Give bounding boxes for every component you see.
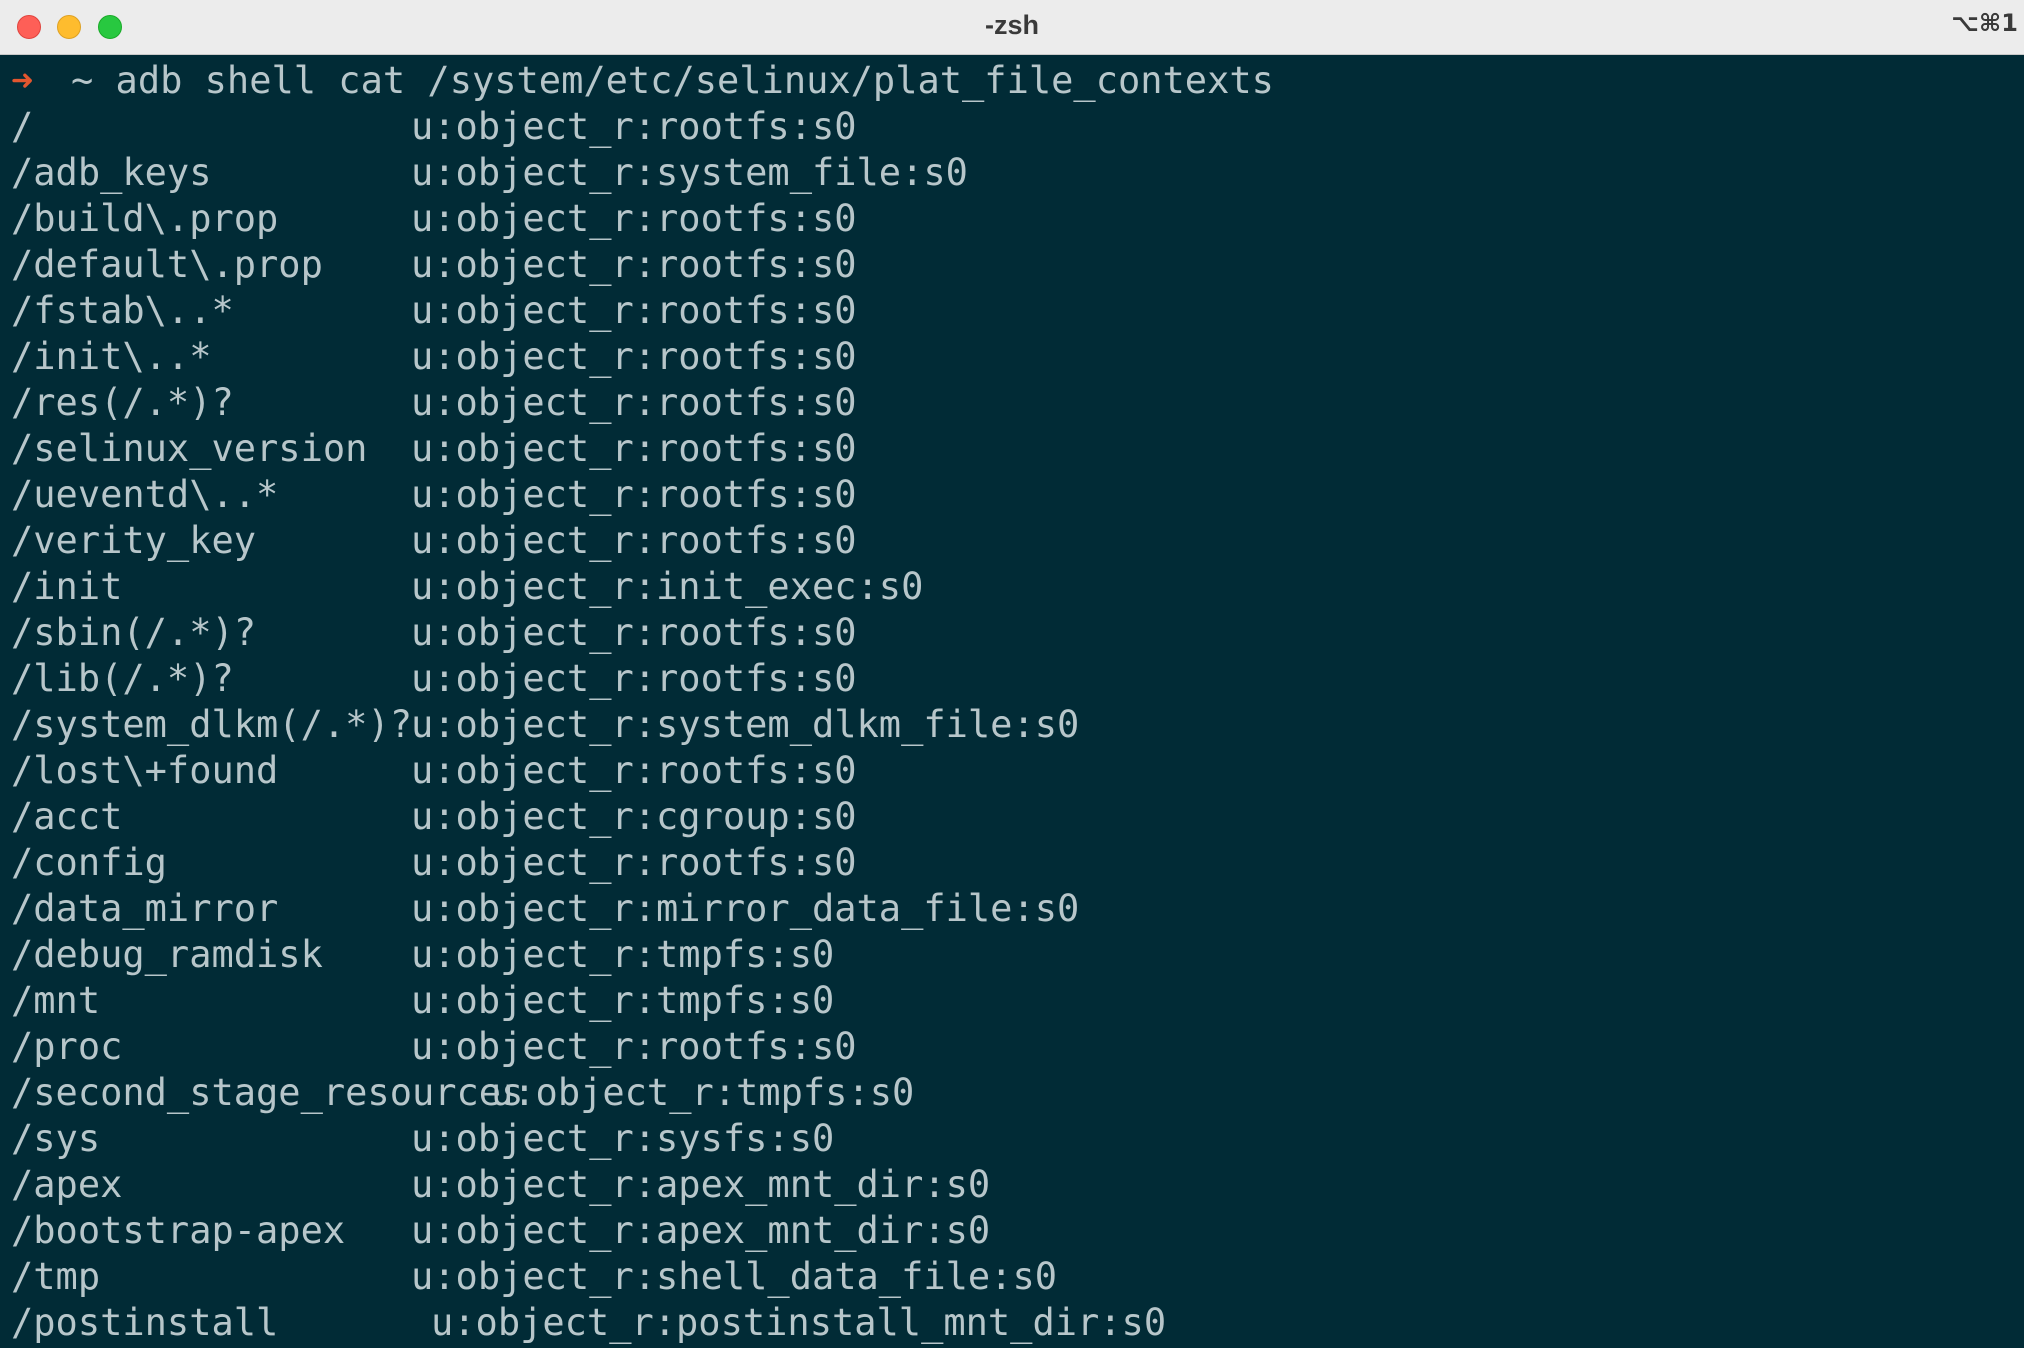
terminal-window: -zsh ⌥⌘1 ➜ ~ adb shell cat /system/etc/se… [0, 0, 2024, 1348]
file-path: /init\..* [11, 335, 212, 378]
file-path: /postinstall [11, 1301, 279, 1344]
selinux-context: u:object_r:rootfs:s0 [411, 611, 857, 654]
list-item: /verity_key u:object_r:rootfs:s0 [11, 518, 2011, 564]
list-item: / u:object_r:rootfs:s0 [11, 104, 2011, 150]
file-path: /res(/.*)? [11, 381, 234, 424]
file-path: /acct [11, 795, 123, 838]
list-item: /postinstall u:object_r:postinstall_mnt_d… [11, 1300, 2011, 1346]
list-item: /init u:object_r:init_exec:s0 [11, 564, 2011, 610]
selinux-context: u:object_r:rootfs:s0 [411, 841, 857, 884]
selinux-context: u:object_r:system_file:s0 [411, 151, 968, 194]
file-path: /ueventd\..* [11, 473, 279, 516]
file-path: /fstab\..* [11, 289, 234, 332]
file-path: /mnt [11, 979, 101, 1022]
list-item: /sbin(/.*)? u:object_r:rootfs:s0 [11, 610, 2011, 656]
window-title: -zsh [985, 10, 1039, 40]
list-item: /apex u:object_r:apex_mnt_dir:s0 [11, 1162, 2011, 1208]
selinux-context: u:object_r:apex_mnt_dir:s0 [411, 1163, 991, 1206]
file-path: /sys [11, 1117, 101, 1160]
file-path: /verity_key [11, 519, 257, 562]
list-item: /res(/.*)? u:object_r:rootfs:s0 [11, 380, 2011, 426]
terminal-output[interactable]: ➜ ~ adb shell cat /system/etc/selinux/pla… [11, 58, 2011, 1346]
selinux-context: u:object_r:rootfs:s0 [411, 657, 857, 700]
selinux-context: u:object_r:init_exec:s0 [411, 565, 924, 608]
file-path: /init [11, 565, 123, 608]
file-contexts-list: / u:object_r:rootfs:s0/adb_keys u:object_r… [11, 104, 2011, 1346]
file-path: / [11, 105, 34, 148]
list-item: /data_mirror u:object_r:mirror_data_file:… [11, 886, 2011, 932]
list-item: /sys u:object_r:sysfs:s0 [11, 1116, 2011, 1162]
file-path: /lost\+found [11, 749, 279, 792]
list-item: /ueventd\..* u:object_r:rootfs:s0 [11, 472, 2011, 518]
file-path: /config [11, 841, 167, 884]
file-path: /system_dlkm(/.*)? [11, 703, 412, 746]
file-path: /tmp [11, 1255, 101, 1298]
file-path: /build\.prop [11, 197, 279, 240]
selinux-context: u:object_r:rootfs:s0 [411, 749, 857, 792]
selinux-context: u:object_r:sysfs:s0 [411, 1117, 835, 1160]
list-item: /tmp u:object_r:shell_data_file:s0 [11, 1254, 2011, 1300]
list-item: /build\.prop u:object_r:rootfs:s0 [11, 196, 2011, 242]
selinux-context: u:object_r:rootfs:s0 [411, 519, 857, 562]
list-item: /fstab\..* u:object_r:rootfs:s0 [11, 288, 2011, 334]
list-item: /adb_keys u:object_r:system_file:s0 [11, 150, 2011, 196]
list-item: /second_stage_resources u:object_r:tmpfs:… [11, 1070, 2011, 1116]
selinux-context: u:object_r:tmpfs:s0 [411, 979, 835, 1022]
file-path: /debug_ramdisk [11, 933, 323, 976]
title-bar[interactable]: -zsh ⌥⌘1 [0, 0, 2024, 55]
file-path: /default\.prop [11, 243, 323, 286]
selinux-context: u:object_r:system_dlkm_file:s0 [411, 703, 1080, 746]
file-path: /bootstrap-apex [11, 1209, 346, 1252]
file-path: /apex [11, 1163, 123, 1206]
list-item: /lost\+found u:object_r:rootfs:s0 [11, 748, 2011, 794]
selinux-context: u:object_r:rootfs:s0 [411, 335, 857, 378]
file-path: /adb_keys [11, 151, 212, 194]
list-item: /lib(/.*)? u:object_r:rootfs:s0 [11, 656, 2011, 702]
list-item: /system_dlkm(/.*)? u:object_r:system_dlkm… [11, 702, 2011, 748]
list-item: /config u:object_r:rootfs:s0 [11, 840, 2011, 886]
selinux-context: u:object_r:rootfs:s0 [411, 243, 857, 286]
file-path: /data_mirror [11, 887, 279, 930]
selinux-context: u:object_r:rootfs:s0 [411, 1025, 857, 1068]
list-item: /mnt u:object_r:tmpfs:s0 [11, 978, 2011, 1024]
list-item: /init\..* u:object_r:rootfs:s0 [11, 334, 2011, 380]
command-text: ~ adb shell cat /system/etc/selinux/plat… [71, 59, 1274, 102]
file-path: /sbin(/.*)? [11, 611, 257, 654]
prompt-arrow-icon: ➜ [11, 59, 34, 102]
prompt-line: ➜ ~ adb shell cat /system/etc/selinux/pla… [11, 58, 2011, 104]
list-item: /default\.prop u:object_r:rootfs:s0 [11, 242, 2011, 288]
selinux-context: u:object_r:rootfs:s0 [411, 105, 857, 148]
selinux-context: u:object_r:tmpfs:s0 [411, 933, 835, 976]
selinux-context: u:object_r:tmpfs:s0 [491, 1071, 915, 1114]
selinux-context: u:object_r:apex_mnt_dir:s0 [411, 1209, 991, 1252]
tab-shortcut-label: ⌥⌘1 [1951, 9, 2018, 37]
selinux-context: u:object_r:shell_data_file:s0 [411, 1255, 1058, 1298]
file-path: /selinux_version [11, 427, 368, 470]
list-item: /debug_ramdisk u:object_r:tmpfs:s0 [11, 932, 2011, 978]
selinux-context: u:object_r:mirror_data_file:s0 [411, 887, 1080, 930]
selinux-context: u:object_r:cgroup:s0 [411, 795, 857, 838]
list-item: /bootstrap-apex u:object_r:apex_mnt_dir:s… [11, 1208, 2011, 1254]
selinux-context: u:object_r:postinstall_mnt_dir:s0 [431, 1301, 1167, 1344]
selinux-context: u:object_r:rootfs:s0 [411, 473, 857, 516]
list-item: /proc u:object_r:rootfs:s0 [11, 1024, 2011, 1070]
list-item: /selinux_version u:object_r:rootfs:s0 [11, 426, 2011, 472]
file-path: /proc [11, 1025, 123, 1068]
selinux-context: u:object_r:rootfs:s0 [411, 289, 857, 332]
file-path: /lib(/.*)? [11, 657, 234, 700]
file-path: /second_stage_resources [11, 1071, 524, 1114]
list-item: /acct u:object_r:cgroup:s0 [11, 794, 2011, 840]
selinux-context: u:object_r:rootfs:s0 [411, 427, 857, 470]
selinux-context: u:object_r:rootfs:s0 [411, 197, 857, 240]
selinux-context: u:object_r:rootfs:s0 [411, 381, 857, 424]
